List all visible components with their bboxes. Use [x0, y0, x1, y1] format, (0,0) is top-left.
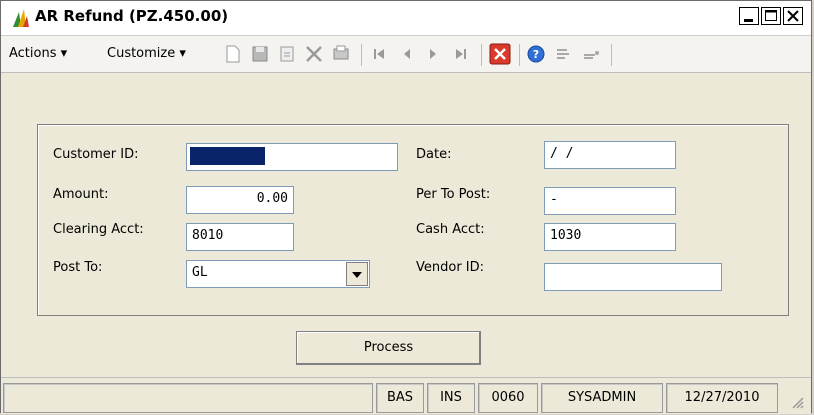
status-insert-cell: INS [427, 383, 475, 413]
window-title: AR Refund (PZ.450.00) [35, 7, 229, 25]
post-to-value: GL [192, 265, 208, 280]
status-company-cell: 0060 [478, 383, 538, 413]
actions-menu-label: Actions [9, 46, 57, 61]
next-icon[interactable] [423, 44, 443, 64]
post-to-label: Post To: [53, 260, 103, 275]
vendor-id-label: Vendor ID: [416, 260, 485, 275]
post-to-dropdown-button[interactable] [346, 262, 368, 286]
app-logo-icon [13, 9, 29, 27]
print-icon[interactable] [331, 44, 351, 64]
amount-label: Amount: [53, 187, 109, 202]
date-value: / / [550, 146, 574, 161]
maximize-button[interactable] [761, 7, 781, 25]
clearing-acct-value: 8010 [192, 228, 224, 243]
status-date-cell: 12/27/2010 [666, 383, 778, 413]
actions-menu[interactable]: Actions ▾ [9, 46, 67, 61]
text-selection-highlight [190, 147, 265, 165]
cash-acct-label: Cash Acct: [416, 222, 485, 237]
customer-id-label: Customer ID: [53, 147, 139, 162]
customize-menu[interactable]: Customize ▾ [107, 46, 186, 61]
attach-icon[interactable] [581, 44, 601, 64]
minimize-button[interactable] [739, 7, 759, 25]
svg-text:?: ? [533, 48, 539, 61]
close-record-icon[interactable] [489, 43, 511, 65]
copy-icon[interactable] [277, 44, 297, 64]
date-label: Date: [416, 147, 452, 162]
cash-acct-field[interactable]: 1030 [544, 223, 676, 251]
first-icon[interactable] [369, 44, 389, 64]
note-icon[interactable] [554, 44, 574, 64]
clearing-acct-label: Clearing Acct: [53, 222, 144, 237]
post-to-select[interactable]: GL [186, 260, 370, 288]
chevron-down-icon [352, 272, 362, 278]
save-icon[interactable] [250, 44, 270, 64]
per-to-post-value: - [550, 192, 558, 207]
amount-field[interactable]: 0.00 [186, 186, 294, 214]
prev-icon[interactable] [397, 44, 417, 64]
refund-form-panel: Customer ID: Amount: 0.00 Clearing Acct:… [37, 124, 789, 316]
customize-menu-label: Customize [107, 46, 176, 61]
per-to-post-field[interactable]: - [544, 187, 676, 215]
per-to-post-label: Per To Post: [416, 187, 491, 202]
process-button[interactable]: Process [296, 331, 481, 365]
title-bar: AR Refund (PZ.450.00) [1, 1, 811, 35]
status-user-cell: SYSADMIN [541, 383, 663, 413]
minimize-icon [744, 19, 753, 22]
close-icon [787, 10, 799, 22]
menu-toolbar: Actions ▾ Customize ▾ ? [1, 35, 811, 73]
help-icon[interactable]: ? [526, 44, 546, 64]
process-button-label: Process [363, 340, 414, 355]
customer-id-field[interactable] [186, 143, 398, 171]
vendor-id-field[interactable] [544, 263, 722, 291]
close-window-button[interactable] [783, 7, 803, 25]
amount-value: 0.00 [256, 191, 288, 206]
cash-acct-value: 1030 [550, 228, 582, 243]
date-field[interactable]: / / [544, 141, 676, 169]
delete-icon[interactable] [304, 44, 324, 64]
resize-grip-icon[interactable] [789, 394, 805, 410]
last-icon[interactable] [451, 44, 471, 64]
maximize-icon [765, 10, 777, 21]
ar-refund-window: AR Refund (PZ.450.00) Actions ▾ Customiz… [0, 0, 812, 414]
status-mode-cell: BAS [376, 383, 424, 413]
new-icon[interactable] [223, 44, 243, 64]
clearing-acct-field[interactable]: 8010 [186, 223, 294, 251]
status-bar: BAS INS 0060 SYSADMIN 12/27/2010 [1, 377, 811, 414]
status-message-cell [3, 383, 373, 413]
